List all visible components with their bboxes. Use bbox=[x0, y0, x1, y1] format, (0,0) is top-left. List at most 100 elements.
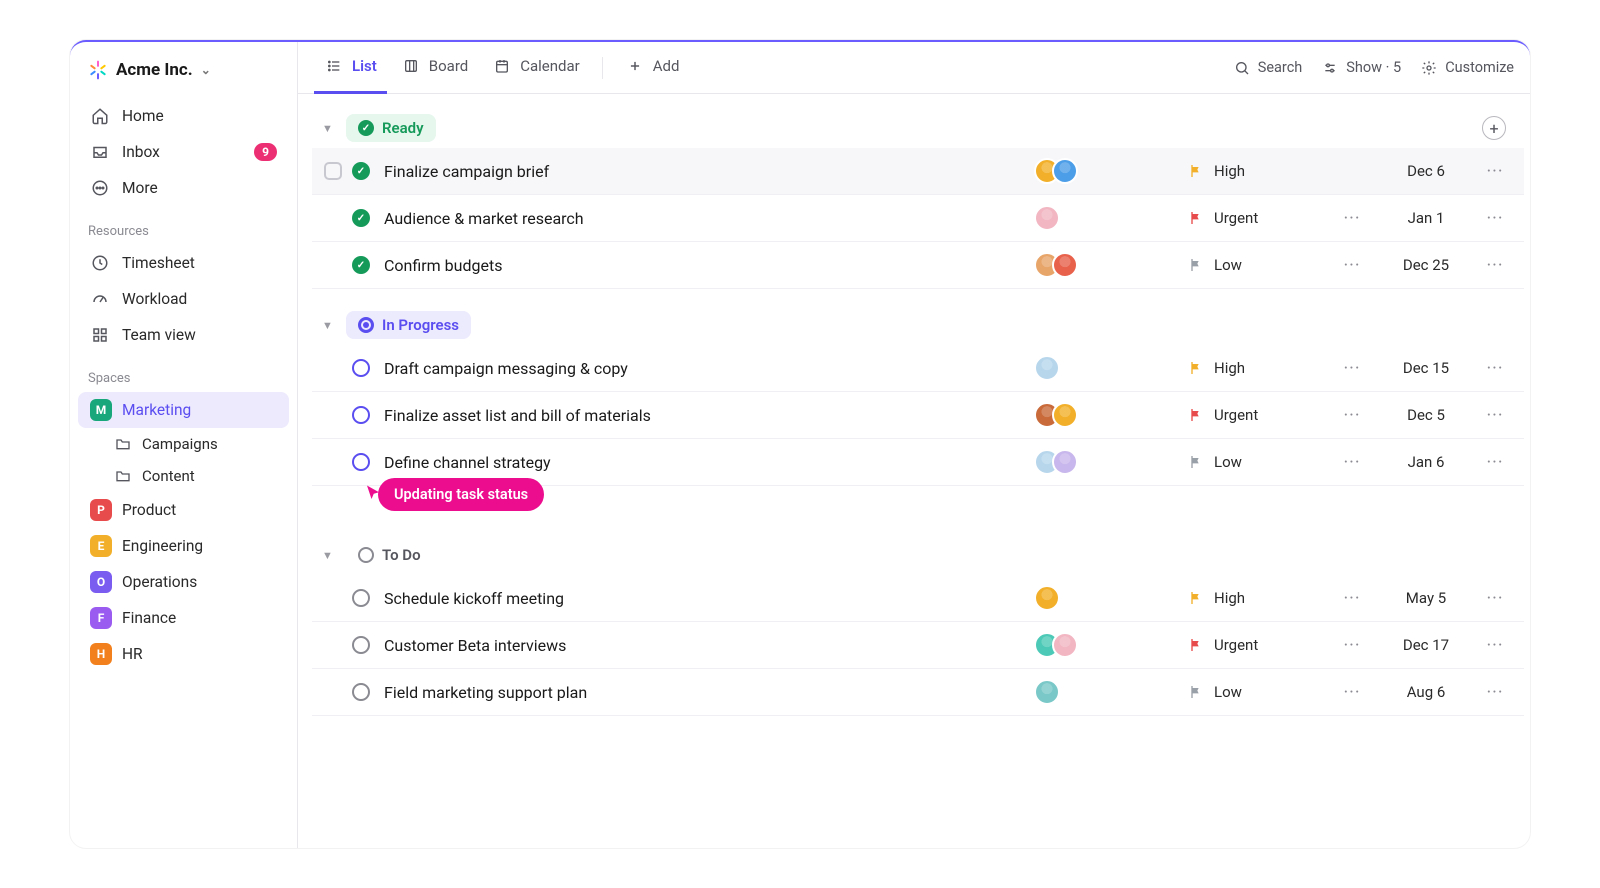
customize-button[interactable]: Customize bbox=[1419, 58, 1514, 78]
status-pill-ready[interactable]: ✓ Ready bbox=[346, 114, 436, 142]
priority-cell[interactable]: High bbox=[1188, 162, 1318, 180]
assignees[interactable] bbox=[1034, 632, 1174, 658]
due-date[interactable]: Jan 6 bbox=[1386, 453, 1466, 471]
row-menu-icon[interactable]: ··· bbox=[1480, 161, 1510, 182]
calendar-icon bbox=[492, 56, 512, 76]
nav-inbox[interactable]: Inbox 9 bbox=[78, 134, 289, 170]
group-header-ready[interactable]: ▼ ✓ Ready + bbox=[312, 108, 1524, 148]
group-header-todo[interactable]: ▼ To Do bbox=[312, 535, 1524, 575]
priority-cell[interactable]: Low bbox=[1188, 453, 1318, 471]
row-menu-icon[interactable]: ··· bbox=[1480, 588, 1510, 609]
view-tab-board[interactable]: Board bbox=[391, 42, 478, 94]
view-tab-list[interactable]: List bbox=[314, 42, 387, 94]
due-date[interactable]: Dec 17 bbox=[1386, 636, 1466, 654]
priority-cell[interactable]: Low bbox=[1188, 256, 1318, 274]
task-row[interactable]: Finalize asset list and bill of material… bbox=[312, 392, 1524, 439]
assignees[interactable] bbox=[1034, 449, 1174, 475]
row-more-icon[interactable]: ··· bbox=[1332, 405, 1372, 426]
task-row[interactable]: Field marketing support plan Low ··· Aug… bbox=[312, 669, 1524, 716]
group-header-progress[interactable]: ▼ In Progress bbox=[312, 305, 1524, 345]
due-date[interactable]: Dec 15 bbox=[1386, 359, 1466, 377]
add-view-button[interactable]: Add bbox=[615, 42, 690, 94]
task-row[interactable]: Define channel strategy Low ··· Jan 6 ··… bbox=[312, 439, 1524, 486]
task-status-icon[interactable] bbox=[352, 359, 370, 377]
folder-item-content[interactable]: Content bbox=[78, 460, 289, 492]
nav-home[interactable]: Home bbox=[78, 98, 289, 134]
sliders-icon bbox=[1320, 58, 1340, 78]
nav-workload[interactable]: Workload bbox=[78, 281, 289, 317]
workspace-switcher[interactable]: Acme Inc. ⌄ bbox=[70, 52, 297, 88]
clock-icon bbox=[90, 253, 110, 273]
due-date[interactable]: Dec 25 bbox=[1386, 256, 1466, 274]
assignees[interactable] bbox=[1034, 679, 1174, 705]
task-checkbox[interactable] bbox=[324, 162, 342, 180]
main-panel: List Board Calendar Add bbox=[298, 42, 1530, 848]
row-menu-icon[interactable]: ··· bbox=[1480, 358, 1510, 379]
priority-cell[interactable]: Urgent bbox=[1188, 636, 1318, 654]
assignees[interactable] bbox=[1034, 158, 1174, 184]
row-more-icon[interactable]: ··· bbox=[1332, 452, 1372, 473]
space-badge-icon: F bbox=[90, 607, 112, 629]
space-item-marketing[interactable]: MMarketing bbox=[78, 392, 289, 428]
task-row[interactable]: ✓ Finalize campaign brief High Dec 6 ··· bbox=[312, 148, 1524, 195]
task-status-icon[interactable] bbox=[352, 589, 370, 607]
due-date[interactable]: Dec 5 bbox=[1386, 406, 1466, 424]
space-item-operations[interactable]: OOperations bbox=[78, 564, 289, 600]
space-item-product[interactable]: PProduct bbox=[78, 492, 289, 528]
row-menu-icon[interactable]: ··· bbox=[1480, 255, 1510, 276]
search-button[interactable]: Search bbox=[1232, 58, 1303, 78]
add-task-button[interactable]: + bbox=[1482, 116, 1506, 140]
assignees[interactable] bbox=[1034, 252, 1174, 278]
due-date[interactable]: Aug 6 bbox=[1386, 683, 1466, 701]
assignees[interactable] bbox=[1034, 585, 1174, 611]
folder-item-campaigns[interactable]: Campaigns bbox=[78, 428, 289, 460]
task-status-icon[interactable] bbox=[352, 636, 370, 654]
row-more-icon[interactable]: ··· bbox=[1332, 682, 1372, 703]
view-tab-calendar[interactable]: Calendar bbox=[482, 42, 590, 94]
row-more-icon[interactable]: ··· bbox=[1332, 208, 1372, 229]
row-menu-icon[interactable]: ··· bbox=[1480, 452, 1510, 473]
priority-cell[interactable]: Urgent bbox=[1188, 406, 1318, 424]
row-more-icon[interactable]: ··· bbox=[1332, 255, 1372, 276]
task-row[interactable]: ✓ Audience & market research Urgent ··· … bbox=[312, 195, 1524, 242]
nav-teamview[interactable]: Team view bbox=[78, 317, 289, 353]
status-pill-progress[interactable]: In Progress bbox=[346, 311, 471, 339]
row-more-icon[interactable]: ··· bbox=[1332, 358, 1372, 379]
row-menu-icon[interactable]: ··· bbox=[1480, 635, 1510, 656]
priority-cell[interactable]: Low bbox=[1188, 683, 1318, 701]
assignees[interactable] bbox=[1034, 205, 1174, 231]
task-status-icon[interactable]: ✓ bbox=[352, 162, 370, 180]
status-pill-todo[interactable]: To Do bbox=[346, 541, 433, 569]
show-button[interactable]: Show · 5 bbox=[1320, 58, 1401, 78]
collapse-caret-icon[interactable]: ▼ bbox=[322, 549, 336, 562]
due-date[interactable]: May 5 bbox=[1386, 589, 1466, 607]
due-date[interactable]: Dec 6 bbox=[1386, 162, 1466, 180]
task-row[interactable]: Schedule kickoff meeting High ··· May 5 … bbox=[312, 575, 1524, 622]
priority-cell[interactable]: High bbox=[1188, 359, 1318, 377]
row-more-icon[interactable]: ··· bbox=[1332, 635, 1372, 656]
nav-more[interactable]: More bbox=[78, 170, 289, 206]
task-row[interactable]: ✓ Confirm budgets Low ··· Dec 25 ··· bbox=[312, 242, 1524, 289]
row-menu-icon[interactable]: ··· bbox=[1480, 682, 1510, 703]
task-row[interactable]: Draft campaign messaging & copy High ···… bbox=[312, 345, 1524, 392]
task-status-icon[interactable]: ✓ bbox=[352, 256, 370, 274]
space-item-finance[interactable]: FFinance bbox=[78, 600, 289, 636]
task-status-icon[interactable]: ✓ bbox=[352, 209, 370, 227]
priority-cell[interactable]: Urgent bbox=[1188, 209, 1318, 227]
nav-timesheet[interactable]: Timesheet bbox=[78, 245, 289, 281]
space-item-engineering[interactable]: EEngineering bbox=[78, 528, 289, 564]
due-date[interactable]: Jan 1 bbox=[1386, 209, 1466, 227]
collapse-caret-icon[interactable]: ▼ bbox=[322, 319, 336, 332]
task-status-icon[interactable] bbox=[352, 406, 370, 424]
space-item-hr[interactable]: HHR bbox=[78, 636, 289, 672]
assignees[interactable] bbox=[1034, 402, 1174, 428]
task-status-icon[interactable] bbox=[352, 453, 370, 471]
task-status-icon[interactable] bbox=[352, 683, 370, 701]
row-menu-icon[interactable]: ··· bbox=[1480, 208, 1510, 229]
task-row[interactable]: Customer Beta interviews Urgent ··· Dec … bbox=[312, 622, 1524, 669]
priority-cell[interactable]: High bbox=[1188, 589, 1318, 607]
row-menu-icon[interactable]: ··· bbox=[1480, 405, 1510, 426]
collapse-caret-icon[interactable]: ▼ bbox=[322, 122, 336, 135]
assignees[interactable] bbox=[1034, 355, 1174, 381]
row-more-icon[interactable]: ··· bbox=[1332, 588, 1372, 609]
